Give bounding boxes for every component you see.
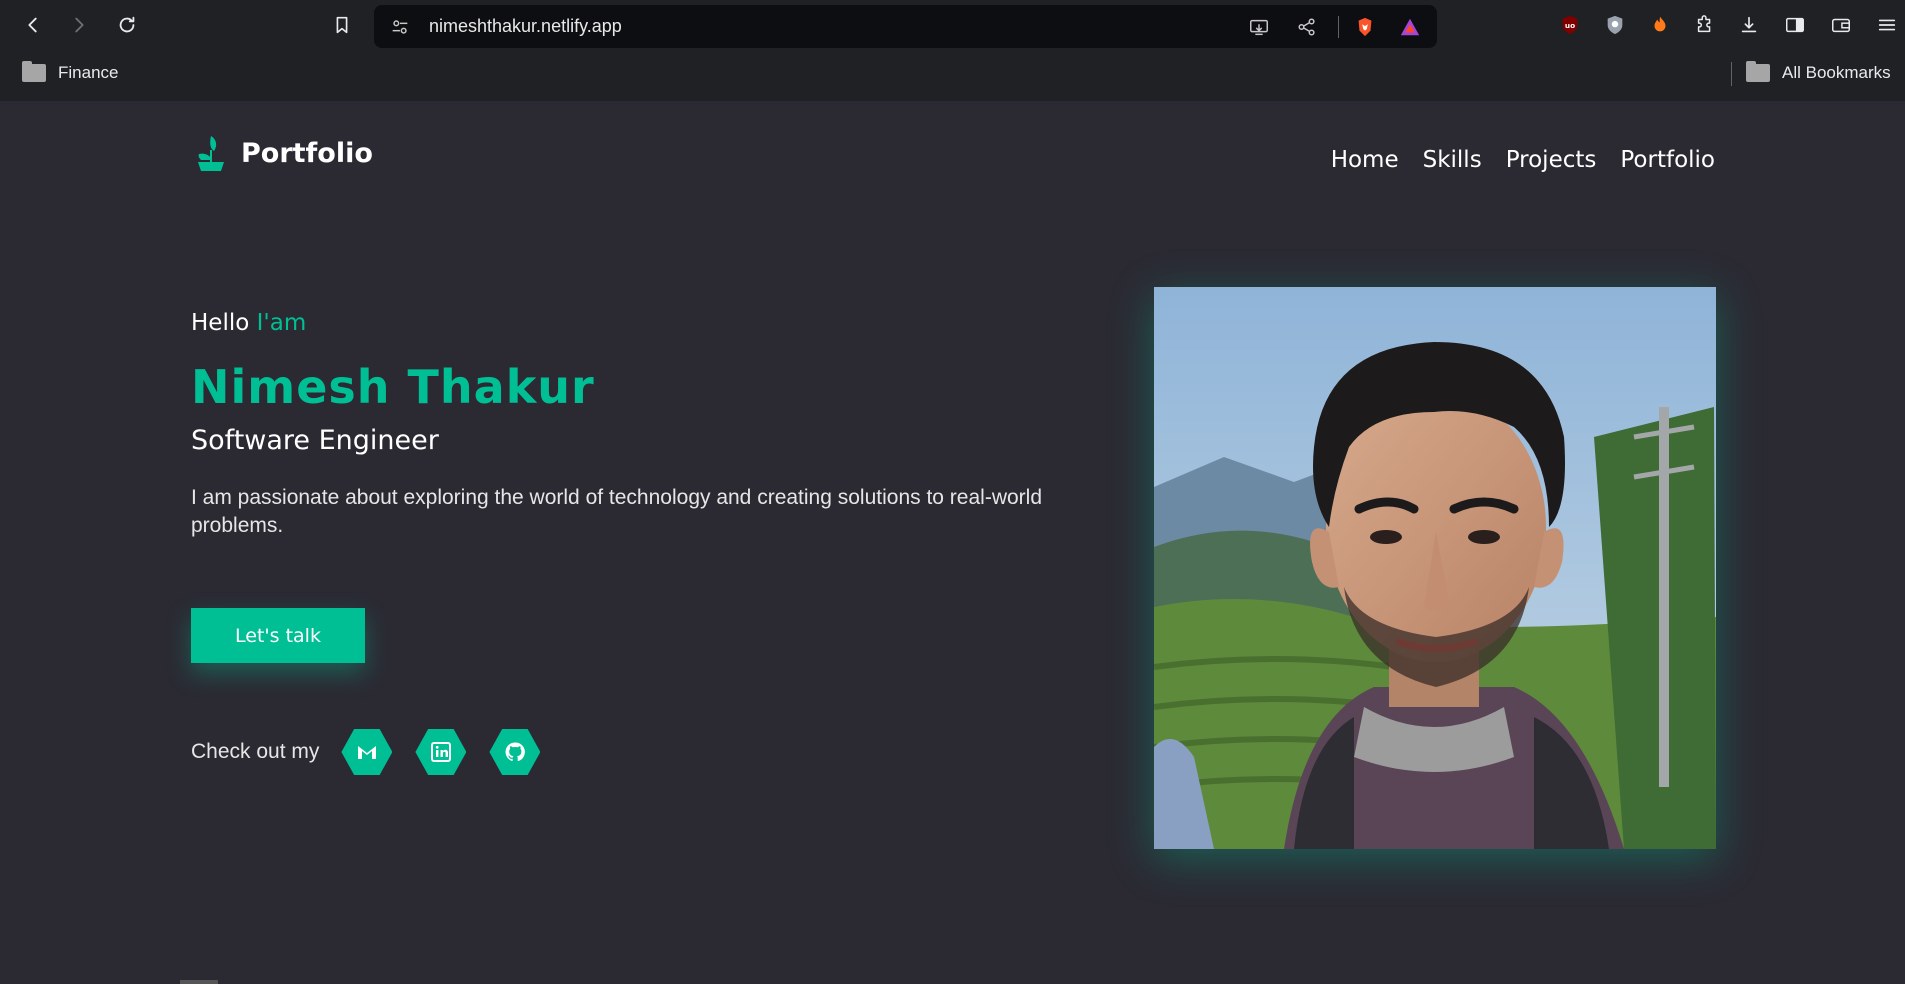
all-bookmarks-folder[interactable]: All Bookmarks [1746, 61, 1891, 83]
profile-photo-illustration [1154, 287, 1716, 849]
brave-shields-icon[interactable] [1353, 15, 1377, 39]
folder-icon [1746, 61, 1770, 82]
bookmark-label: All Bookmarks [1782, 63, 1891, 82]
scroll-indicator [180, 980, 218, 984]
bookmarks-bar: Finance All Bookmarks [0, 51, 1905, 101]
greeting-text: Hello [191, 310, 250, 336]
back-arrow-icon[interactable] [20, 12, 46, 38]
social-label: Check out my [191, 740, 320, 763]
bookmark-folder-finance[interactable]: Finance [22, 61, 119, 83]
bookmark-label: Finance [58, 63, 119, 82]
bookmarks-divider [1731, 62, 1732, 86]
hero-greeting: Hello I'am [191, 310, 306, 336]
github-icon [505, 742, 525, 762]
hero-role: Software Engineer [191, 425, 439, 456]
gmail-icon [357, 746, 376, 759]
cast-install-icon[interactable] [1247, 15, 1271, 39]
nav-portfolio[interactable]: Portfolio [1620, 147, 1715, 173]
greeting-accent: I'am [256, 310, 307, 336]
sprout-logo-icon [198, 136, 224, 171]
site-settings-icon[interactable] [388, 15, 412, 39]
github-link[interactable] [489, 729, 541, 775]
brave-rewards-icon[interactable] [1398, 15, 1422, 39]
nav-home[interactable]: Home [1331, 147, 1399, 173]
url-text[interactable]: nimeshthakur.netlify.app [429, 16, 622, 37]
privacy-badger-icon[interactable] [1602, 12, 1628, 38]
forward-arrow-icon[interactable] [66, 12, 92, 38]
extensions-puzzle-icon[interactable] [1692, 12, 1718, 38]
hero-description: I am passionate about exploring the worl… [191, 486, 1043, 537]
main-nav: Home Skills Projects Portfolio [1331, 147, 1715, 173]
address-bar[interactable]: nimeshthakur.netlify.app [374, 5, 1437, 48]
url-divider [1338, 16, 1339, 38]
nav-projects[interactable]: Projects [1506, 147, 1597, 173]
share-icon[interactable] [1295, 15, 1319, 39]
linkedin-link[interactable] [415, 729, 467, 775]
profile-photo [1154, 287, 1716, 849]
nav-skills[interactable]: Skills [1423, 147, 1482, 173]
folder-icon [22, 61, 46, 82]
gmail-link[interactable] [341, 729, 393, 775]
social-links: Check out my [191, 729, 563, 775]
linkedin-icon [430, 742, 451, 762]
ublock-icon[interactable]: uo [1557, 12, 1583, 38]
bookmark-icon[interactable] [329, 12, 355, 38]
browser-toolbar: nimeshthakur.netlify.app uo [0, 0, 1905, 51]
menu-icon[interactable] [1874, 12, 1900, 38]
extension-flame-icon[interactable] [1647, 12, 1673, 38]
sidebar-toggle-icon[interactable] [1782, 12, 1808, 38]
svg-text:uo: uo [1565, 21, 1575, 30]
logo-text: Portfolio [241, 137, 373, 169]
site-logo[interactable]: Portfolio [191, 132, 373, 174]
wallet-icon[interactable] [1828, 12, 1854, 38]
lets-talk-button[interactable]: Let's talk [191, 608, 365, 663]
hero-name: Nimesh Thakur [191, 360, 595, 414]
download-icon[interactable] [1736, 12, 1762, 38]
reload-icon[interactable] [114, 12, 140, 38]
